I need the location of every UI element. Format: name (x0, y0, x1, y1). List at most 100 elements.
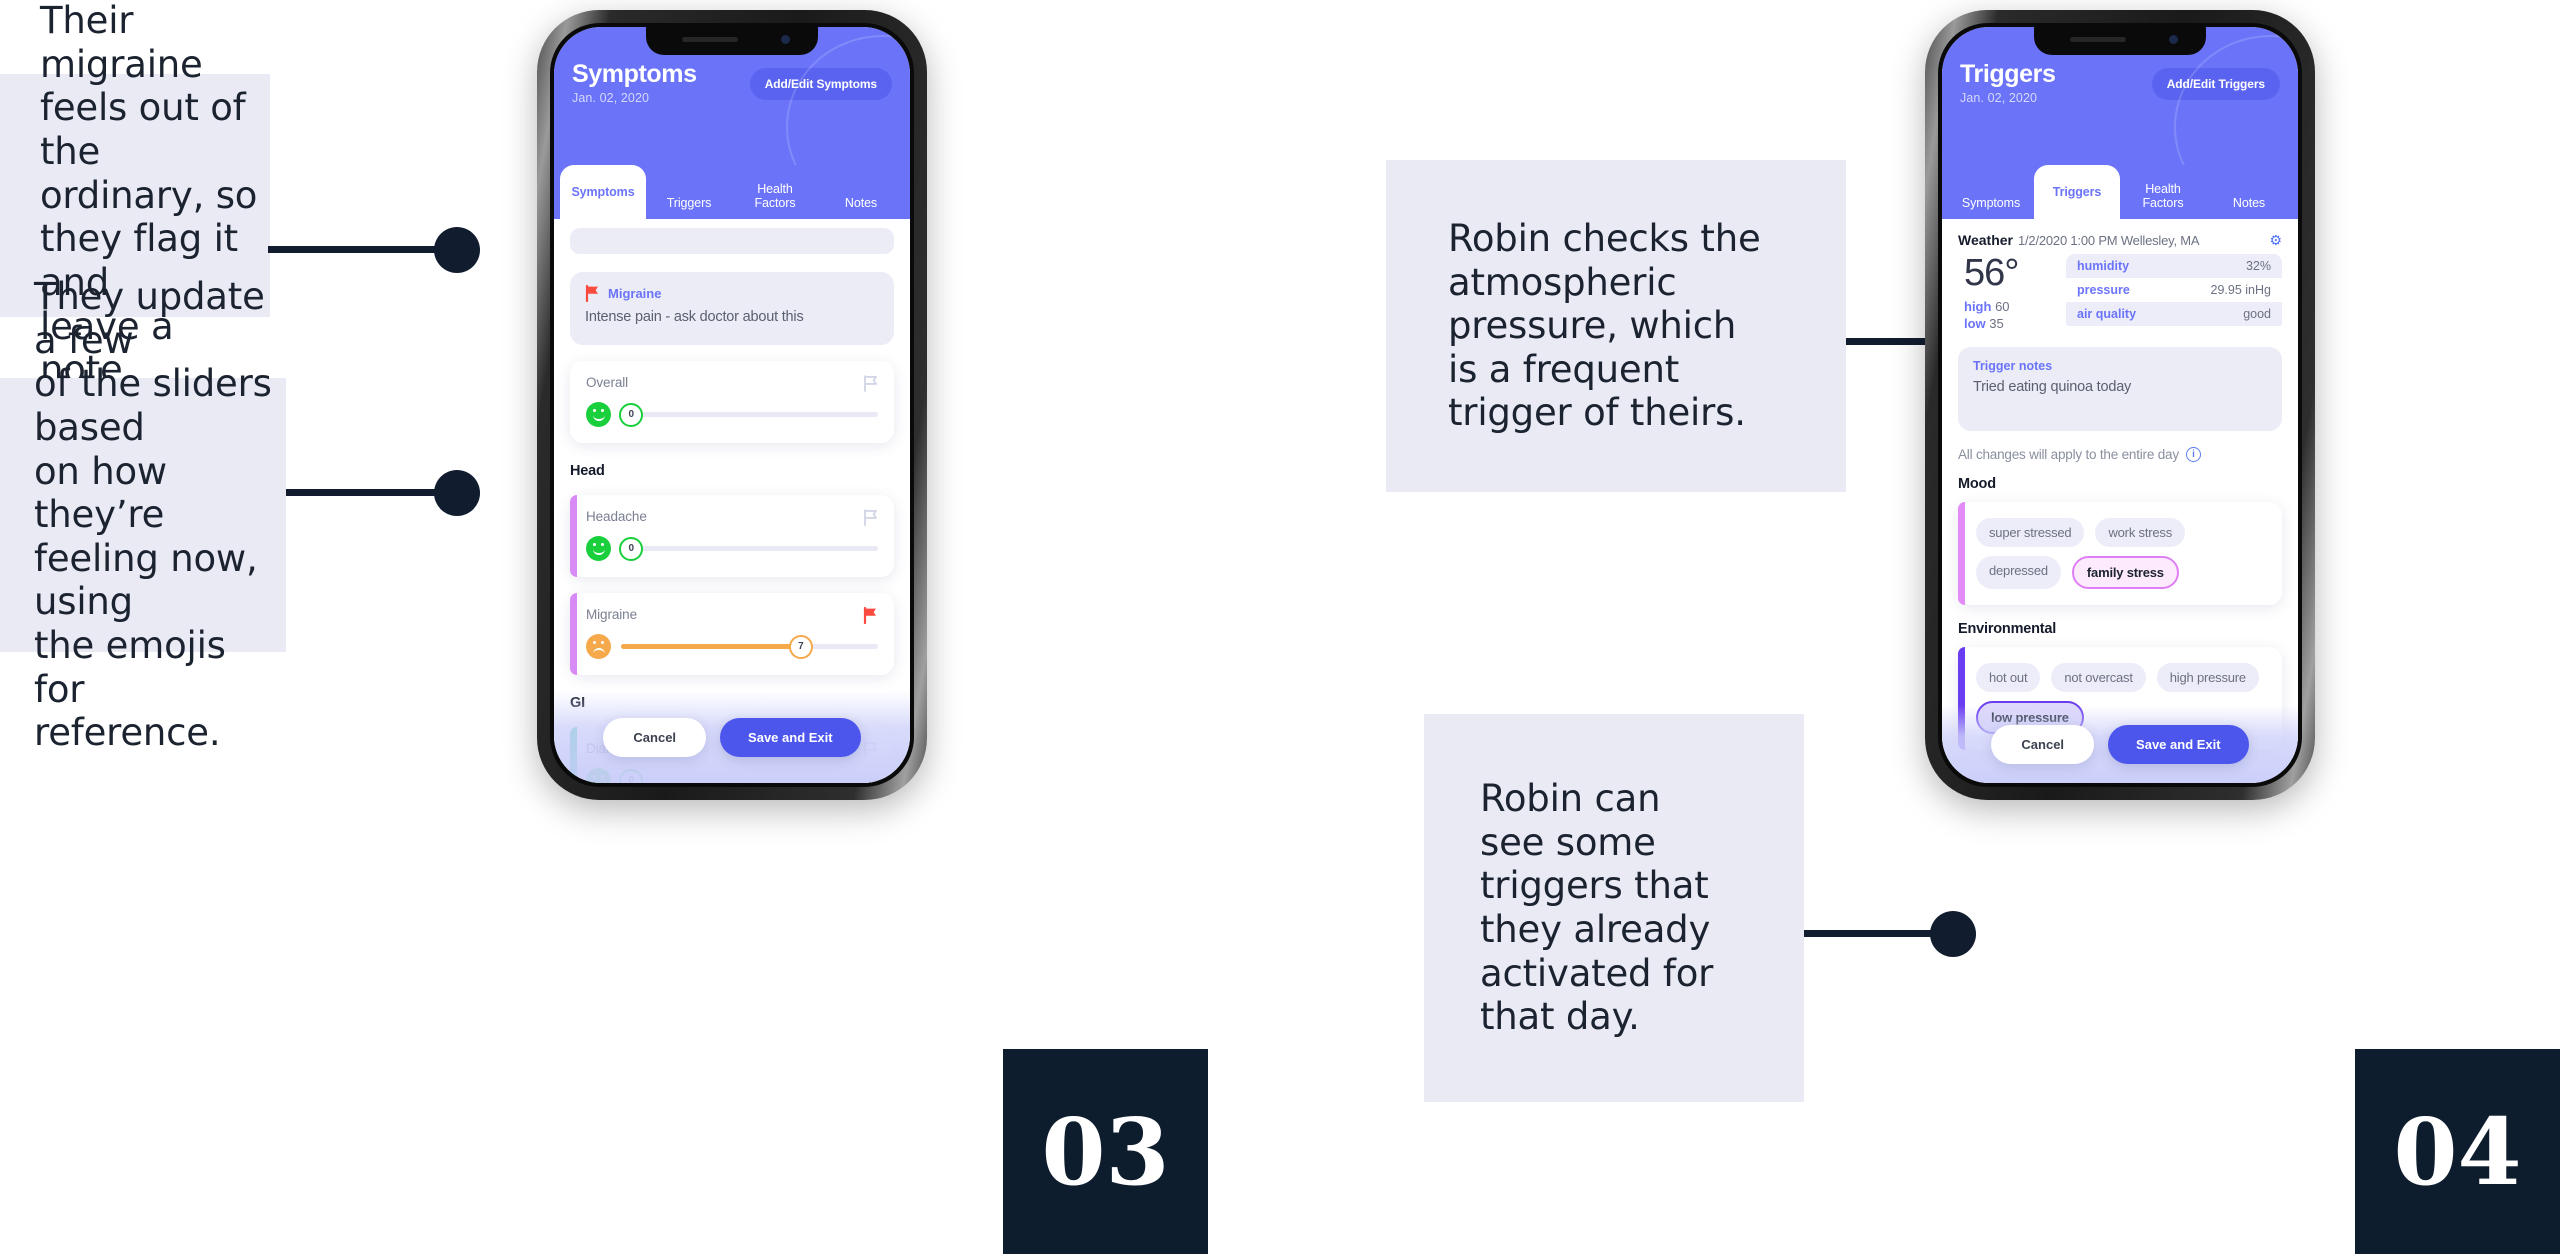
bottom-action-bar: Cancel Save and Exit (554, 691, 910, 783)
weather-value: 29.95 inHg (2210, 283, 2271, 297)
cancel-button[interactable]: Cancel (603, 717, 707, 757)
phone-screen-triggers: Triggers Jan. 02, 2020 Add/Edit Triggers… (1942, 27, 2298, 783)
phone-notch (646, 27, 818, 55)
severity-slider-knob[interactable]: 0 (619, 536, 644, 561)
page-title: Triggers (1960, 60, 2056, 88)
phone-bezel-triggers: Triggers Jan. 02, 2020 Add/Edit Triggers… (1938, 23, 2302, 787)
step-badge-03: 03 (1003, 1049, 1208, 1254)
flag-outline-icon[interactable] (863, 375, 878, 392)
tab-bar-symptoms: Symptoms Triggers Health Factors Notes (554, 165, 910, 219)
weather-value: good (2243, 307, 2271, 321)
flag-red-icon[interactable] (585, 285, 600, 302)
page-title: Symptoms (572, 60, 697, 88)
callout-box-3: Robin checks the atmospheric pressure, w… (1386, 160, 1846, 492)
partial-card-above (570, 228, 894, 254)
note-card-body: Intense pain - ask doctor about this (585, 309, 804, 325)
phone-notch (2034, 27, 2206, 55)
severity-slider-track[interactable]: 0 (619, 536, 878, 561)
callout-box-4: Robin can see some triggers that they al… (1424, 714, 1804, 1102)
storyboard-canvas: Their migraine feels out of the ordinary… (0, 0, 2560, 1254)
connector-dot-2 (434, 470, 480, 516)
add-edit-symptoms-button[interactable]: Add/Edit Symptoms (749, 68, 892, 100)
symptom-card-migraine[interactable]: Migraine 7 (570, 593, 894, 675)
symptom-card-headache[interactable]: Headache 0 (570, 495, 894, 577)
trigger-notes-body: Tried eating quinoa today (1973, 379, 2132, 395)
page-date: Jan. 02, 2020 (572, 90, 650, 105)
page-date: Jan. 02, 2020 (1960, 90, 2038, 105)
triggers-scroll-area[interactable]: Weather 1/2/2020 1:00 PM Wellesley, MA ⚙… (1942, 219, 2298, 783)
callout-text-4: Robin can see some triggers that they al… (1480, 777, 1714, 1039)
step-badge-04: 04 (2355, 1049, 2560, 1254)
weather-row: humidity 32% (2066, 254, 2282, 278)
flag-outline-icon[interactable] (863, 509, 878, 526)
smiley-sad-icon (586, 634, 611, 659)
weather-key: humidity (2077, 259, 2130, 273)
connector-dot-4 (1930, 911, 1976, 957)
temperature-value: 56° (1964, 252, 2019, 294)
severity-slider-fill (621, 644, 801, 649)
trigger-tag[interactable]: hot out (1976, 663, 2041, 692)
weather-header: Weather 1/2/2020 1:00 PM Wellesley, MA ⚙ (1958, 232, 2282, 248)
trigger-group-mood: super stressed work stress depressed fam… (1958, 502, 2282, 605)
trigger-notes-card[interactable]: Trigger notes Tried eating quinoa today (1958, 347, 2282, 431)
trigger-tag[interactable]: not overcast (2051, 663, 2146, 692)
connector-dot-1 (434, 227, 480, 273)
add-edit-triggers-button[interactable]: Add/Edit Triggers (2151, 68, 2280, 100)
severity-slider-knob[interactable]: 0 (619, 402, 644, 427)
severity-slider-knob[interactable]: 7 (788, 634, 813, 659)
symptom-label: Overall (586, 375, 629, 390)
tab-triggers[interactable]: Triggers (2034, 165, 2120, 219)
trigger-tag[interactable]: super stressed (1976, 518, 2085, 547)
info-circle-icon[interactable]: i (2185, 447, 2201, 462)
step-badge-label: 04 (2393, 1097, 2522, 1206)
temperature-column: 56° high 60 low 35 (1958, 254, 2050, 331)
section-title-head: Head (570, 463, 605, 479)
note-card-title: Migraine (608, 286, 662, 301)
weather-meta: 1/2/2020 1:00 PM Wellesley, MA (2017, 232, 2200, 248)
tab-bar-triggers: Symptoms Triggers Health Factors Notes (1942, 165, 2298, 219)
info-text: All changes will apply to the entire day (1958, 447, 2179, 462)
trigger-tag[interactable]: high pressure (2156, 663, 2259, 692)
connector-line-2 (286, 489, 458, 496)
save-and-exit-button[interactable]: Save and Exit (2108, 724, 2249, 764)
migraine-note-card[interactable]: Migraine Intense pain - ask doctor about… (570, 272, 894, 345)
tab-symptoms[interactable]: Symptoms (1948, 196, 2034, 219)
tab-health-factors[interactable]: Health Factors (2120, 182, 2206, 219)
weather-label: Weather (1958, 232, 2013, 248)
gear-icon[interactable]: ⚙ (2269, 233, 2282, 247)
smiley-happy-icon (586, 402, 611, 427)
section-title-mood: Mood (1958, 476, 1996, 492)
flag-red-icon[interactable] (863, 607, 878, 624)
phone-screen-symptoms: Symptoms Jan. 02, 2020 Add/Edit Symptoms… (554, 27, 910, 783)
trigger-notes-title: Trigger notes (1973, 359, 2053, 373)
connector-line-1 (268, 246, 458, 253)
temperature-low: low 35 (1964, 316, 2004, 331)
temperature-high: high 60 (1964, 299, 2010, 314)
trigger-tag[interactable]: work stress (2095, 518, 2185, 547)
callout-box-2: They update a few of the sliders based o… (0, 275, 286, 754)
phone-frame-triggers: Triggers Jan. 02, 2020 Add/Edit Triggers… (1925, 10, 2315, 800)
tab-notes[interactable]: Notes (2206, 196, 2292, 219)
trigger-tag[interactable]: depressed (1976, 556, 2061, 589)
section-title-environmental: Environmental (1958, 621, 2057, 637)
callout-text-3: Robin checks the atmospheric pressure, w… (1448, 216, 1761, 435)
tab-symptoms[interactable]: Symptoms (560, 165, 646, 219)
weather-row: air quality good (2066, 302, 2282, 326)
tab-notes[interactable]: Notes (818, 196, 904, 219)
front-camera-icon (781, 35, 790, 44)
smiley-happy-icon (586, 536, 611, 561)
severity-slider-track[interactable]: 7 (621, 634, 878, 659)
earpiece-speaker-icon (2070, 37, 2126, 42)
weather-key: pressure (2077, 283, 2130, 297)
save-and-exit-button[interactable]: Save and Exit (720, 717, 861, 757)
weather-details-table: humidity 32% pressure 29.95 inHg air qua… (2066, 254, 2282, 331)
tab-triggers[interactable]: Triggers (646, 196, 732, 219)
bottom-action-bar: Cancel Save and Exit (1942, 705, 2298, 783)
tab-health-factors[interactable]: Health Factors (732, 182, 818, 219)
cancel-button[interactable]: Cancel (1991, 724, 2095, 764)
weather-summary: 56° high 60 low 35 humidity 32% pressure… (1958, 254, 2282, 331)
severity-slider-track[interactable]: 0 (619, 402, 878, 427)
symptom-card-overall[interactable]: Overall 0 (570, 361, 894, 443)
trigger-tag-selected[interactable]: family stress (2071, 556, 2179, 589)
phone-bezel-symptoms: Symptoms Jan. 02, 2020 Add/Edit Symptoms… (550, 23, 914, 787)
